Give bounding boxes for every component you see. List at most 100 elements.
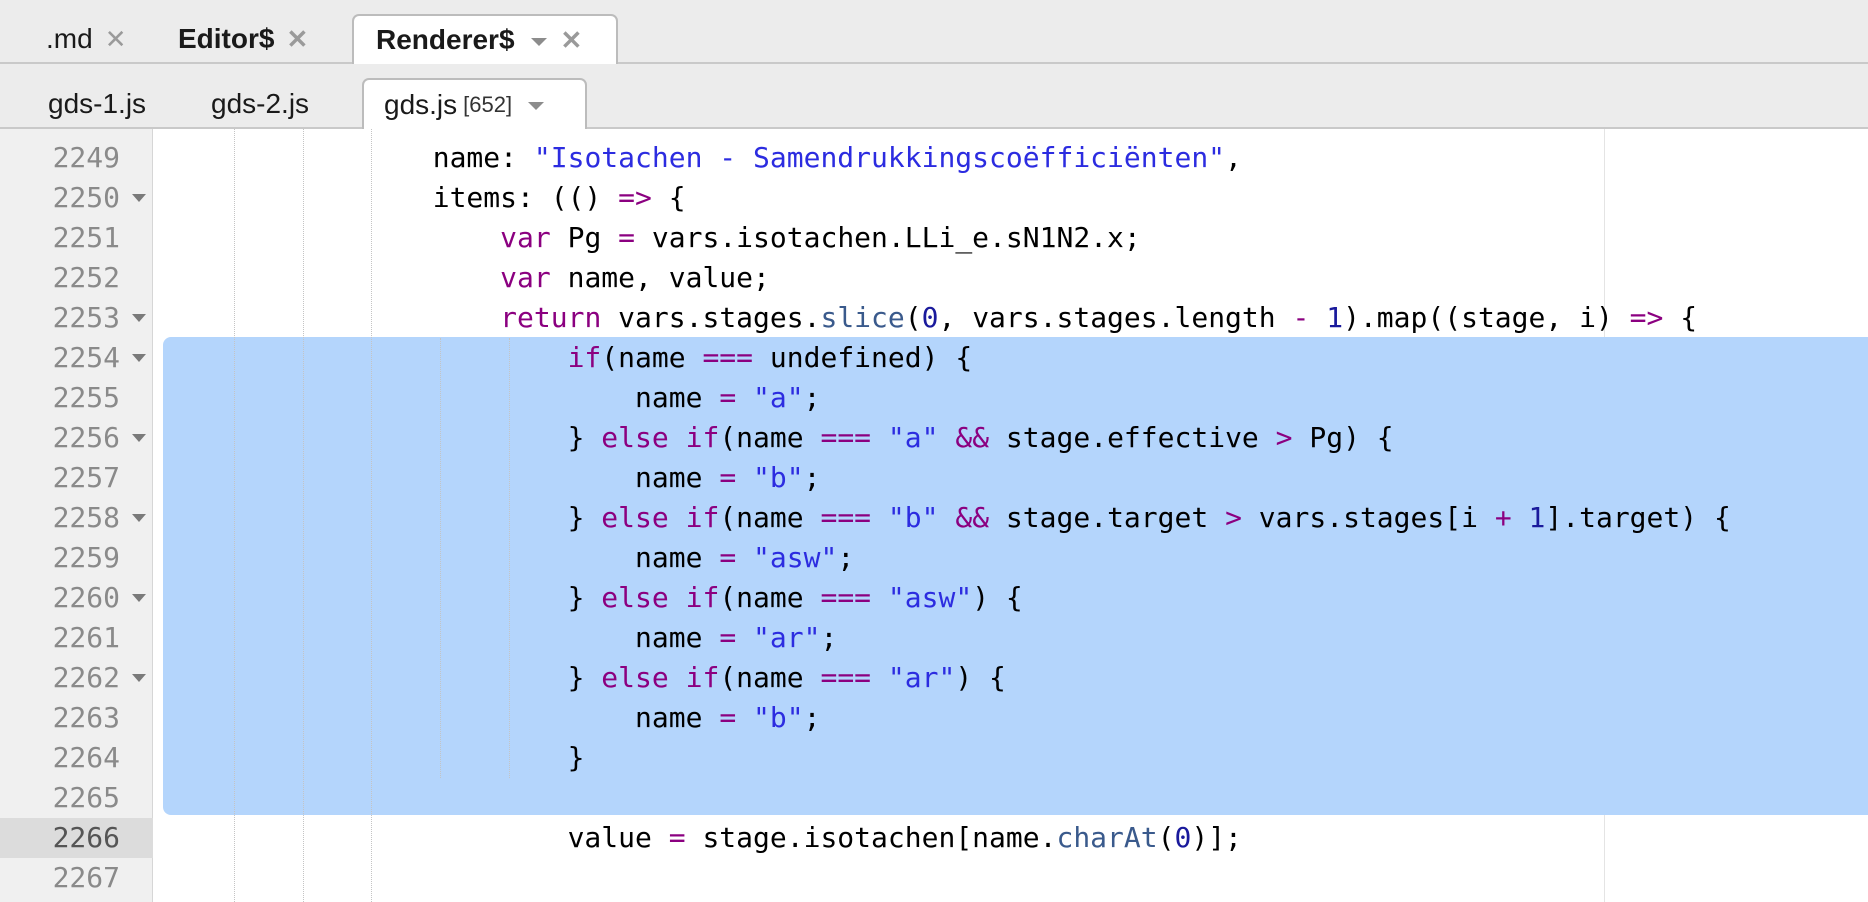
close-icon[interactable]: ✕	[286, 24, 308, 55]
code-token: ) {	[955, 661, 1006, 694]
code-token: ,	[1225, 141, 1242, 174]
tab-editor[interactable]: Editor$ ✕	[178, 14, 308, 64]
code-token: var	[500, 261, 551, 294]
line-number: 2259	[52, 541, 120, 574]
code-token: +	[1494, 501, 1512, 534]
code-token: else if	[601, 421, 720, 454]
code-editor[interactable]: name: "Isotachen - Samendrukkingscoëffic…	[0, 129, 1868, 902]
code-token: (name	[719, 421, 821, 454]
code-token: }	[567, 421, 602, 454]
code-token: stage.effective	[989, 421, 1276, 454]
close-icon[interactable]: ✕	[561, 25, 583, 56]
code-token: ===	[820, 501, 872, 534]
code-token: -	[1292, 301, 1310, 334]
code-token: name, value;	[550, 261, 770, 294]
chevron-down-icon[interactable]	[528, 102, 545, 110]
code-token: else if	[601, 501, 720, 534]
code-token: =	[618, 221, 636, 254]
line-number: 2265	[52, 781, 120, 814]
code-token: "a"	[753, 381, 804, 414]
code-token: ===	[820, 581, 872, 614]
code-token: vars.stages[i	[1241, 501, 1495, 534]
code-token: var	[500, 221, 551, 254]
code-token: if	[567, 341, 602, 374]
code-line: } else if(name === "asw") {	[163, 578, 1023, 618]
tab-md[interactable]: .md ✕	[46, 14, 126, 64]
tab-label: Editor$	[178, 23, 275, 54]
tab-renderer[interactable]: Renderer$ ✕	[352, 14, 618, 64]
code-token: value	[567, 821, 669, 854]
code-token: charAt	[1056, 821, 1158, 854]
code-token: "b"	[753, 461, 804, 494]
fold-arrow-icon[interactable]	[132, 674, 146, 682]
fold-arrow-icon[interactable]	[132, 434, 146, 442]
code-token: ;	[820, 621, 838, 654]
code-token: {	[1663, 301, 1698, 334]
code-line: return vars.stages.slice(0, vars.stages.…	[163, 298, 1697, 338]
code-token: {	[651, 181, 686, 214]
code-line: }	[163, 738, 585, 778]
fold-arrow-icon[interactable]	[132, 354, 146, 362]
fold-arrow-icon[interactable]	[132, 514, 146, 522]
tab-gds-1[interactable]: gds-1.js	[48, 78, 146, 129]
code-token: else if	[601, 581, 720, 614]
file-tab-bar: gds-1.js gds-2.js gds.js [652]	[0, 64, 1868, 129]
code-token: "asw"	[753, 541, 838, 574]
code-token: =	[719, 621, 737, 654]
tab-gds-2[interactable]: gds-2.js	[211, 78, 309, 129]
fold-arrow-icon[interactable]	[132, 594, 146, 602]
current-line-number: 2266	[52, 821, 120, 854]
code-line: name = "asw";	[163, 538, 854, 578]
code-token: "ar"	[753, 621, 821, 654]
code-token: )];	[1191, 821, 1242, 854]
code-token: (name	[719, 501, 821, 534]
code-token: =	[719, 701, 737, 734]
code-token: (name	[601, 341, 703, 374]
code-token: Pg) {	[1292, 421, 1394, 454]
code-token: ).map((stage, i)	[1343, 301, 1630, 334]
line-number: 2263	[52, 701, 120, 734]
code-token: "ar"	[887, 661, 956, 694]
tab-count: [652]	[463, 91, 513, 117]
tab-gds[interactable]: gds.js [652]	[362, 78, 587, 129]
code-token: stage.target	[989, 501, 1226, 534]
fold-arrow-icon[interactable]	[132, 194, 146, 202]
code-token: ;	[803, 461, 821, 494]
code-token: vars.stages.	[601, 301, 821, 334]
code-token: name	[635, 381, 720, 414]
code-token: name	[635, 621, 720, 654]
code-token: vars.isotachen.LLi_e.sN1N2.x;	[635, 221, 1141, 254]
line-number: 2257	[52, 461, 120, 494]
code-token: slice	[820, 301, 905, 334]
code-token: , vars.stages.length	[938, 301, 1293, 334]
line-number: 2254	[52, 341, 120, 374]
code-token: (	[904, 301, 922, 334]
code-token: &&	[955, 421, 990, 454]
line-number: 2260	[52, 581, 120, 614]
code-token: =>	[618, 181, 652, 214]
code-token: }	[567, 501, 602, 534]
code-line: var Pg = vars.isotachen.LLi_e.sN1N2.x;	[163, 218, 1141, 258]
line-number: 2262	[52, 661, 120, 694]
close-icon[interactable]: ✕	[105, 24, 127, 55]
chevron-down-icon[interactable]	[530, 37, 547, 46]
code-line: name = "ar";	[163, 618, 837, 658]
code-line: name = "b";	[163, 458, 820, 498]
tab-label: gds-2.js	[211, 87, 310, 119]
fold-arrow-icon[interactable]	[132, 314, 146, 322]
code-token: ===	[820, 661, 872, 694]
code-token: "Isotachen - Samendrukkingscoëfficiënten…	[533, 141, 1226, 174]
